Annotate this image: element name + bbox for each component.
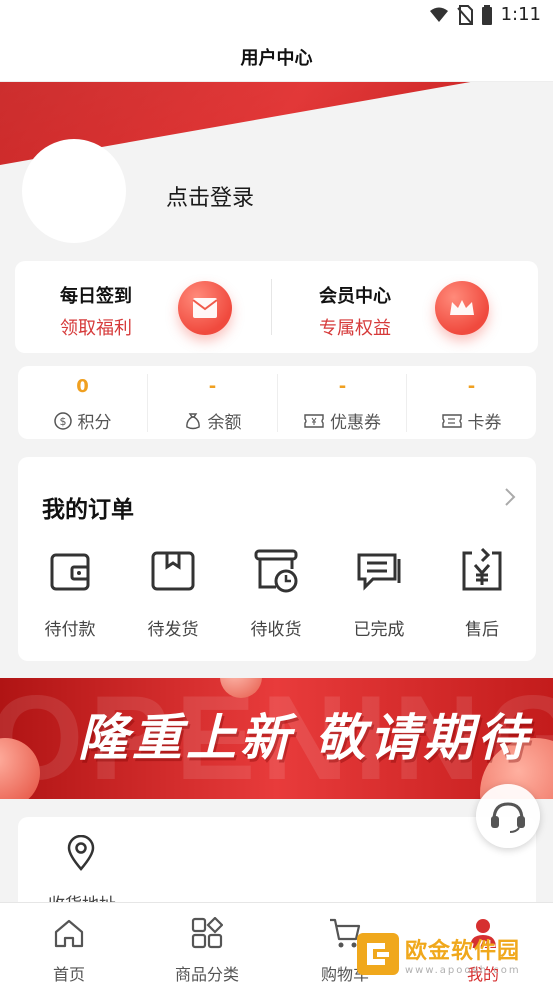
- status-time: 1:11: [500, 4, 541, 25]
- watermark-logo: [357, 933, 399, 975]
- category-icon: [191, 916, 224, 949]
- order-after-sales[interactable]: 售后: [430, 547, 534, 647]
- my-orders-card: 我的订单 待付款 待发货 待收货 已完成 售后: [18, 457, 536, 661]
- quick-actions-card: 每日签到 领取福利 会员中心 专属权益: [15, 261, 538, 353]
- login-link[interactable]: 点击登录: [166, 180, 254, 212]
- money-bag-icon: [185, 412, 200, 429]
- stat-value: -: [208, 376, 217, 397]
- page-title: 用户中心: [240, 47, 313, 69]
- quick-action-subtitle: 专属权益: [319, 318, 391, 339]
- order-label: 待付款: [44, 620, 96, 640]
- stat-label: 优惠券: [330, 413, 381, 433]
- status-bar: 1:11: [0, 0, 553, 32]
- stat-value: 0: [76, 376, 89, 397]
- chevron-right-icon[interactable]: [504, 487, 516, 513]
- battery-icon: [481, 4, 492, 25]
- orders-title: 我的订单: [42, 497, 134, 523]
- svg-text:$: $: [59, 415, 66, 428]
- location-pin-icon: [67, 835, 95, 871]
- order-label: 已完成: [353, 620, 405, 640]
- assets-stats-card: 0 $ 积分 - 余额 - 优惠券 - 卡券: [18, 366, 536, 439]
- title-bar: 用户中心: [0, 32, 553, 82]
- card-ticket-icon: [441, 413, 462, 428]
- wifi-icon: [429, 7, 448, 22]
- quick-action-subtitle: 领取福利: [60, 318, 132, 339]
- tab-categories[interactable]: 商品分类: [138, 903, 276, 983]
- stat-points[interactable]: 0 $ 积分: [18, 366, 147, 439]
- stat-balance[interactable]: - 余额: [148, 366, 277, 439]
- stat-coupons[interactable]: - 优惠券: [278, 366, 407, 439]
- dollar-icon: $: [53, 411, 72, 430]
- tab-label: 首页: [52, 965, 85, 983]
- order-label: 待发货: [147, 620, 199, 640]
- site-watermark: 欧金软件园 www.apoosh.com: [357, 928, 547, 980]
- chat-list-icon: [357, 553, 401, 591]
- daily-checkin-item[interactable]: 每日签到 领取福利: [15, 261, 276, 353]
- delivery-clock-icon: [254, 549, 298, 593]
- member-center-item[interactable]: 会员中心 专属权益: [277, 261, 538, 353]
- coupon-icon: [304, 413, 324, 428]
- avatar[interactable]: [22, 139, 126, 243]
- quick-action-title: 会员中心: [319, 286, 391, 307]
- order-pending-payment[interactable]: 待付款: [18, 547, 122, 647]
- stat-value: -: [338, 376, 347, 397]
- watermark-text: 欧金软件园: [405, 938, 521, 964]
- divider: [271, 279, 272, 335]
- crown-icon: [435, 281, 489, 335]
- no-sim-icon: [456, 4, 473, 25]
- headset-icon: [491, 802, 525, 833]
- wallet-icon: [50, 553, 90, 591]
- home-icon: [54, 919, 84, 948]
- order-pending-receipt[interactable]: 待收货: [224, 547, 328, 647]
- stat-label: 卡券: [467, 413, 502, 433]
- stat-value: -: [467, 376, 476, 397]
- yuan-refund-icon: [462, 547, 502, 591]
- watermark-url: www.apoosh.com: [405, 964, 521, 976]
- order-label: 待收货: [250, 620, 302, 640]
- package-icon: [151, 551, 195, 591]
- stat-label: 积分: [77, 413, 112, 433]
- mail-icon: [178, 281, 232, 335]
- banner-headline: 隆重上新 敬请期待: [78, 709, 532, 767]
- stat-label: 余额: [207, 413, 242, 433]
- quick-action-title: 每日签到: [60, 286, 132, 307]
- customer-service-button[interactable]: [476, 784, 540, 848]
- order-pending-shipment[interactable]: 待发货: [121, 547, 225, 647]
- order-completed[interactable]: 已完成: [327, 547, 431, 647]
- promo-banner[interactable]: OPENING 隆重上新 敬请期待: [0, 678, 553, 799]
- tab-home[interactable]: 首页: [0, 903, 138, 983]
- stat-cards[interactable]: - 卡券: [407, 366, 536, 439]
- tab-label: 商品分类: [174, 965, 239, 983]
- order-label: 售后: [465, 620, 499, 640]
